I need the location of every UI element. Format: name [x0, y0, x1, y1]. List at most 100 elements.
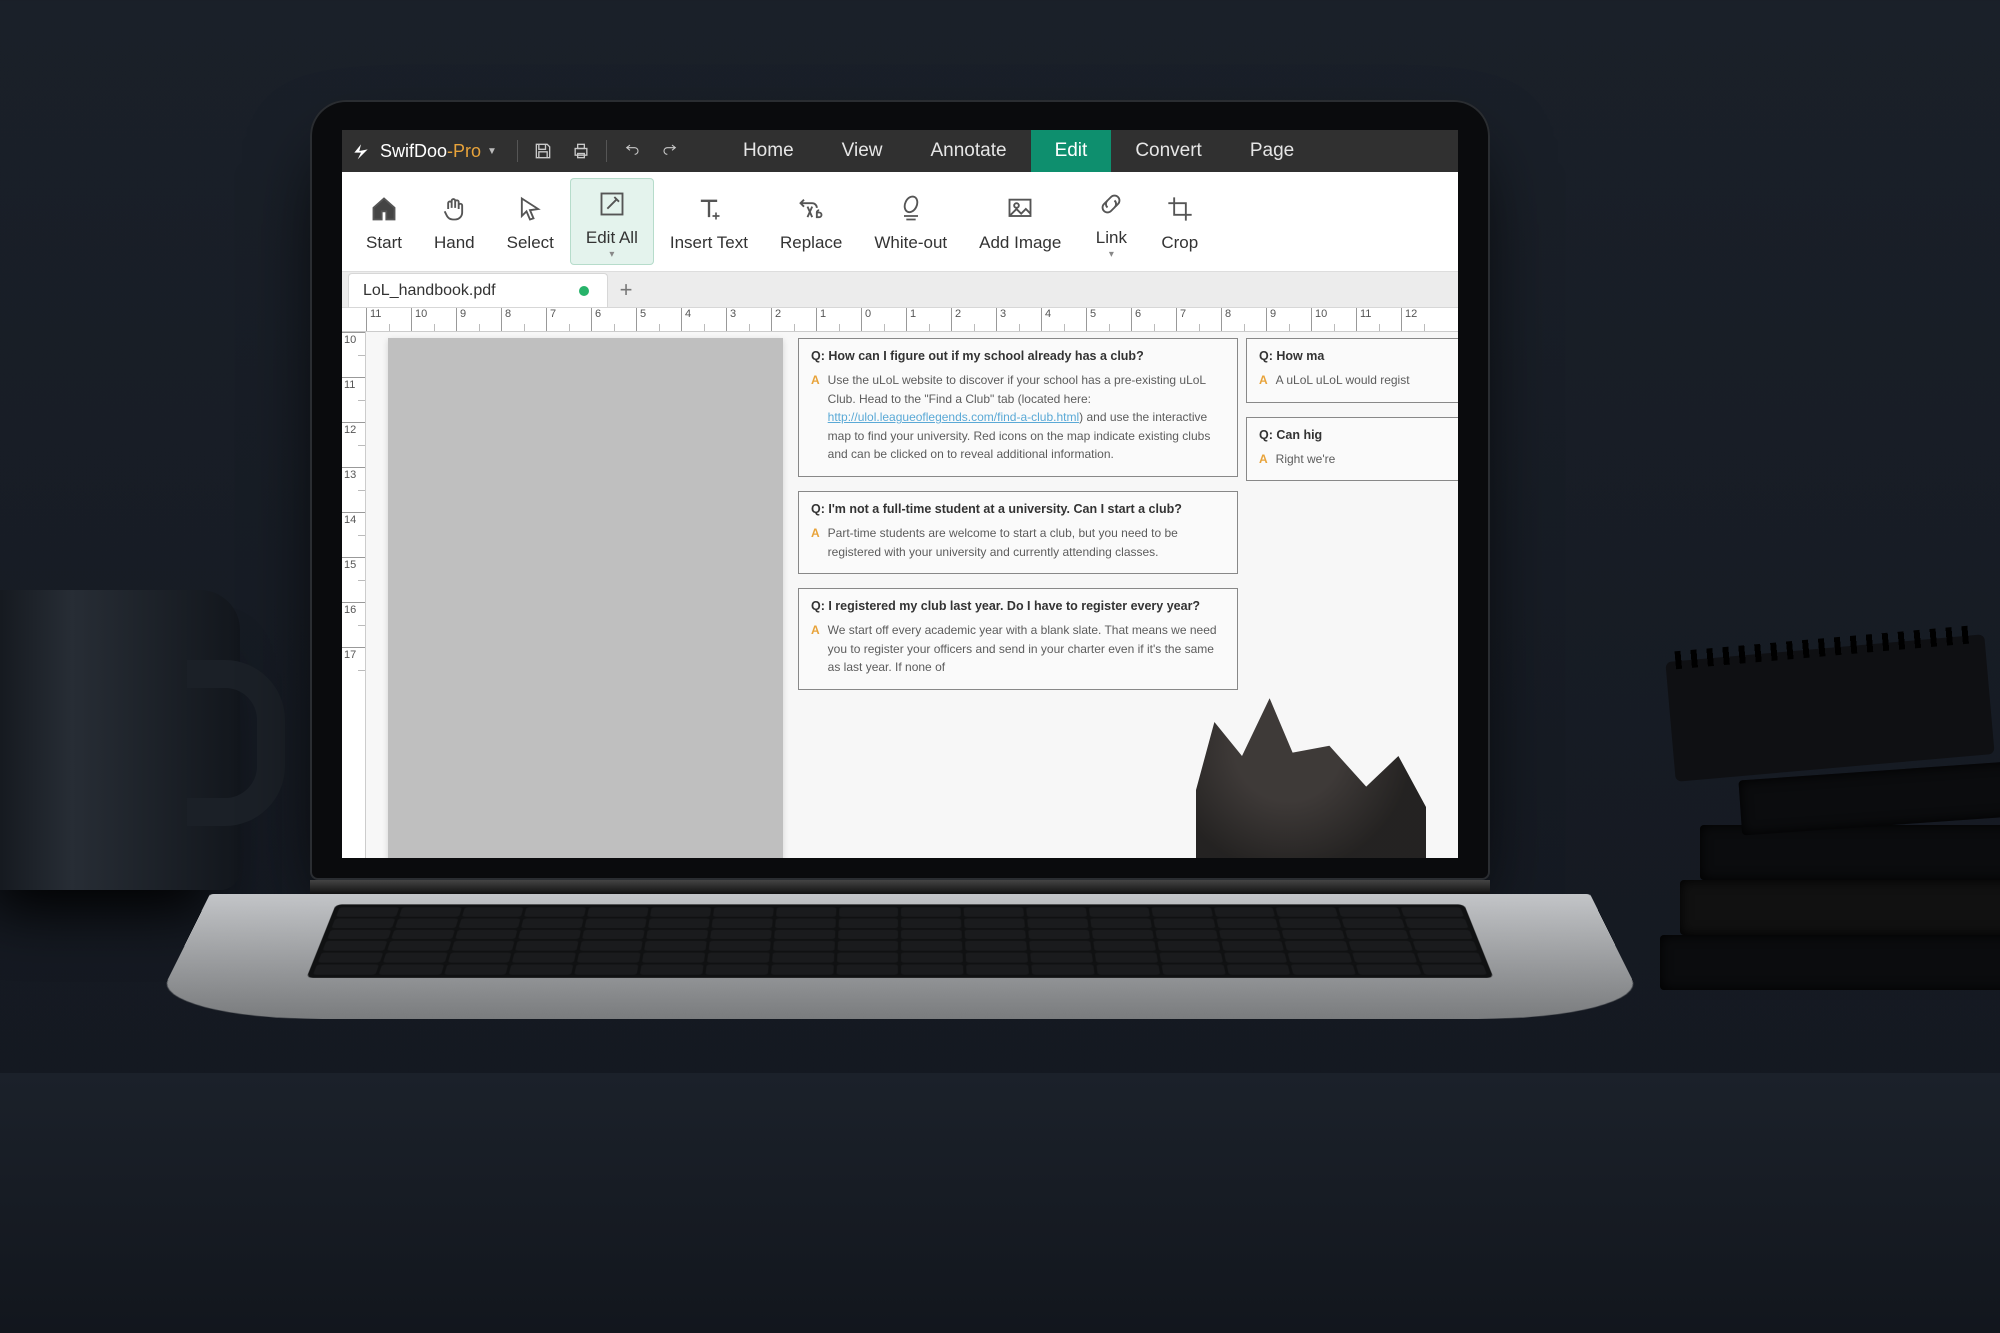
qa-question: How can I figure out if my school alread…	[811, 349, 1225, 363]
page-thumbnail-left	[388, 338, 783, 858]
ruler-h-tick: 2	[771, 308, 816, 331]
ruler-h-tick: 10	[1311, 308, 1356, 331]
document-tab[interactable]: LoL_handbook.pdf	[348, 273, 608, 307]
tool-insert-text[interactable]: Insert Text	[654, 178, 764, 265]
ruler-h-tick: 11	[1356, 308, 1401, 331]
qa-block[interactable]: I registered my club last year. Do I hav…	[798, 588, 1238, 690]
tool-label: Hand	[434, 233, 475, 253]
menu-home[interactable]: Home	[719, 130, 818, 172]
embedded-image	[1196, 688, 1426, 858]
answer-marker: A	[811, 621, 820, 677]
qa-block[interactable]: How can I figure out if my school alread…	[798, 338, 1238, 477]
menu-view[interactable]: View	[818, 130, 907, 172]
new-tab-button[interactable]: +	[608, 273, 644, 307]
ruler-h-tick: 3	[726, 308, 771, 331]
menu-edit[interactable]: Edit	[1031, 130, 1112, 172]
tool-label: Insert Text	[670, 233, 748, 253]
menu-bar: HomeViewAnnotateEditConvertPage	[719, 130, 1318, 172]
qa-answer-text: A uLoL uLoL would regist	[1276, 371, 1410, 390]
tool-start[interactable]: Start	[350, 178, 418, 265]
ruler-h-tick: 2	[951, 308, 996, 331]
qa-answer: A Right we're	[1259, 450, 1458, 469]
ruler-v-tick: 13	[342, 467, 365, 512]
ruler-v-tick: 17	[342, 647, 365, 692]
edit-ribbon: StartHandSelectEdit All▾Insert TextRepla…	[342, 172, 1458, 272]
titlebar-separator	[606, 140, 607, 162]
answer-marker: A	[811, 524, 820, 561]
ruler-v-tick: 16	[342, 602, 365, 647]
qa-answer-text: Right we're	[1276, 450, 1336, 469]
titlebar: SwifDoo-Pro ▼ HomeViewAnnotateEditConver…	[342, 130, 1458, 172]
horizontal-ruler: 11109876543210123456789101112	[342, 308, 1458, 332]
ruler-h-tick: 4	[1041, 308, 1086, 331]
document-column-2: How maAA uLoL uLoL would regist Can hig AR…	[1246, 338, 1458, 495]
unsaved-indicator-icon	[579, 286, 589, 296]
laptop: SwifDoo-Pro ▼ HomeViewAnnotateEditConver…	[310, 100, 1490, 1094]
menu-annotate[interactable]: Annotate	[906, 130, 1030, 172]
link-icon	[1093, 186, 1129, 222]
ruler-h-tick: 11	[366, 308, 411, 331]
undo-icon[interactable]	[613, 130, 651, 172]
qa-answer: AUse the uLoL website to discover if you…	[811, 371, 1225, 464]
edit-all-icon	[594, 186, 630, 222]
tool-white-out[interactable]: White-out	[858, 178, 963, 265]
app-logo-icon	[342, 141, 380, 161]
print-icon[interactable]	[562, 130, 600, 172]
tool-edit-all[interactable]: Edit All▾	[570, 178, 654, 265]
qa-answer-text: We start off every academic year with a …	[828, 621, 1225, 677]
tool-label: Add Image	[979, 233, 1061, 253]
tool-add-image[interactable]: Add Image	[963, 178, 1077, 265]
ruler-v-tick: 14	[342, 512, 365, 557]
tool-label: Start	[366, 233, 402, 253]
insert-text-icon	[691, 191, 727, 227]
ruler-v-tick: 15	[342, 557, 365, 602]
ruler-v-tick: 12	[342, 422, 365, 467]
brand-dropdown-icon[interactable]: ▼	[481, 146, 511, 157]
document-canvas[interactable]: How can I figure out if my school alread…	[366, 332, 1458, 858]
ruler-h-tick: 9	[456, 308, 501, 331]
qa-link[interactable]: http://ulol.leagueoflegends.com/find-a-c…	[828, 410, 1079, 424]
laptop-bezel: SwifDoo-Pro ▼ HomeViewAnnotateEditConver…	[310, 100, 1490, 880]
tool-replace[interactable]: Replace	[764, 178, 858, 265]
coffee-mug	[0, 590, 240, 890]
menu-page[interactable]: Page	[1226, 130, 1318, 172]
tool-label: Edit All	[586, 228, 638, 248]
ruler-h-tick: 6	[1131, 308, 1176, 331]
ruler-h-tick: 8	[1221, 308, 1266, 331]
ruler-v-tick: 10	[342, 332, 365, 377]
qa-block[interactable]: I'm not a full-time student at a univers…	[798, 491, 1238, 574]
document-column-1: How can I figure out if my school alread…	[798, 338, 1238, 704]
ruler-h-tick: 4	[681, 308, 726, 331]
ruler-h-tick: 6	[591, 308, 636, 331]
brand-name-b: -Pro	[447, 141, 481, 162]
ruler-h-tick: 0	[861, 308, 906, 331]
qa-answer: APart-time students are welcome to start…	[811, 524, 1225, 561]
qa-block[interactable]: Can hig A Right we're	[1246, 417, 1458, 482]
document-tab-title: LoL_handbook.pdf	[363, 282, 496, 300]
ruler-h-tick: 12	[1401, 308, 1446, 331]
replace-icon	[793, 191, 829, 227]
save-icon[interactable]	[524, 130, 562, 172]
dropdown-caret-icon: ▾	[1109, 252, 1114, 258]
answer-marker: A	[1259, 450, 1268, 469]
laptop-hinge	[310, 880, 1490, 894]
qa-question: How ma	[1259, 349, 1458, 363]
qa-block[interactable]: How maAA uLoL uLoL would regist	[1246, 338, 1458, 403]
tool-hand[interactable]: Hand	[418, 178, 491, 265]
tool-link[interactable]: Link▾	[1077, 178, 1145, 265]
tool-crop[interactable]: Crop	[1145, 178, 1214, 265]
menu-convert[interactable]: Convert	[1111, 130, 1226, 172]
desk-surface	[0, 1073, 2000, 1333]
ruler-h-tick: 3	[996, 308, 1041, 331]
white-out-icon	[893, 191, 929, 227]
add-image-icon	[1002, 191, 1038, 227]
ruler-h-tick: 5	[1086, 308, 1131, 331]
tool-label: Select	[507, 233, 554, 253]
qa-question: Can hig	[1259, 428, 1458, 442]
qa-answer-text: Part-time students are welcome to start …	[828, 524, 1225, 561]
laptop-keyboard	[148, 894, 1651, 1019]
answer-marker: A	[811, 371, 820, 464]
ruler-h-tick: 7	[546, 308, 591, 331]
redo-icon[interactable]	[651, 130, 689, 172]
tool-select[interactable]: Select	[491, 178, 570, 265]
